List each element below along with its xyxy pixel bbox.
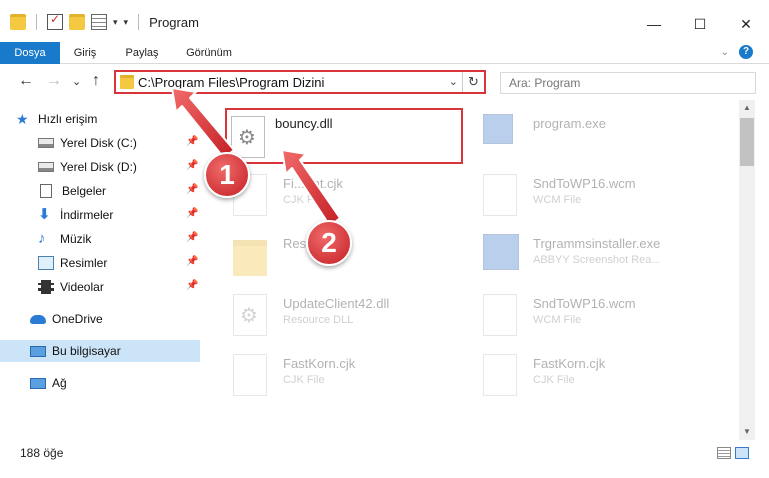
arrow-to-address-bar [171,87,235,159]
tutorial-arrows [171,87,341,227]
step-badge-2: 2 [306,220,352,266]
step-badge-1: 1 [204,152,250,198]
arrow-to-dll-file [281,149,341,227]
